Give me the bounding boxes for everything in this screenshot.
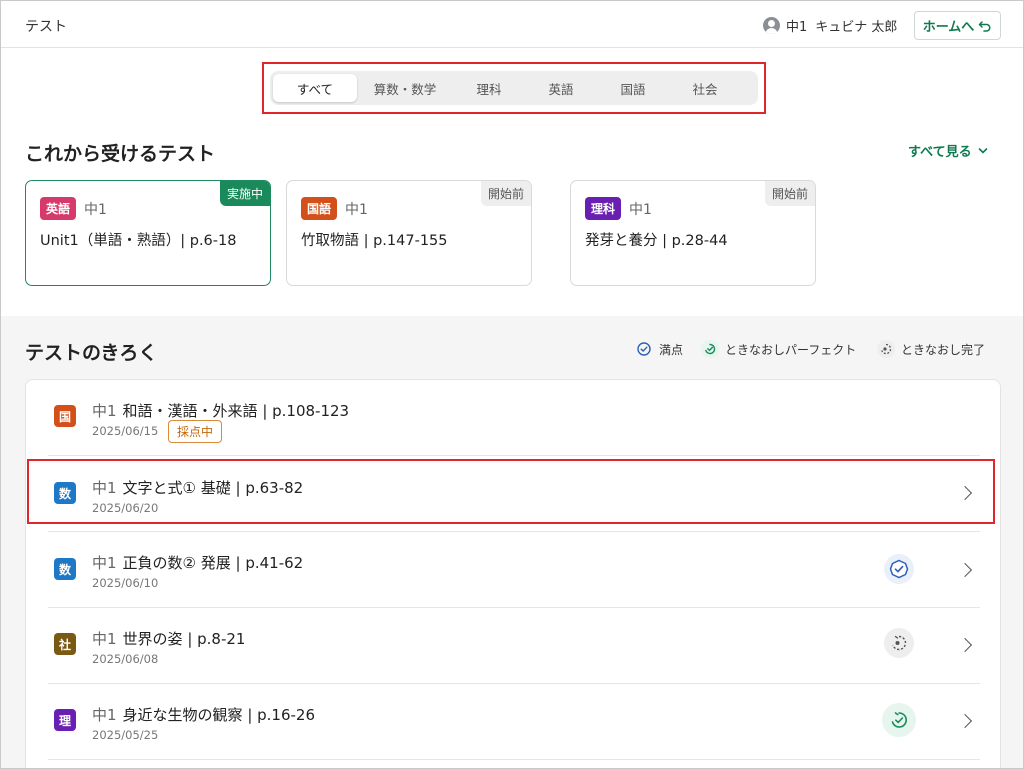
app-header: テスト 中1 キュビナ 太郎 ホームへ [1,1,1023,48]
subject-icon: 理 [54,709,76,731]
upcoming-card-english[interactable]: 実施中 英語 中1 Unit1（単語・熟語）| p.6-18 [25,180,271,286]
chevron-right-icon [957,713,973,729]
row-date: 2025/06/15 [92,424,159,438]
card-title: Unit1（単語・熟語）| p.6-18 [40,233,237,249]
tab-all[interactable]: すべて [273,74,357,102]
legend-retry-perfect: ときなおしパーフェクト [701,340,856,358]
row-title-text: 身近な生物の観察 | p.16-26 [122,706,316,724]
row-title-text: 世界の姿 | p.8-21 [122,630,246,648]
page-title: テスト [25,19,67,35]
subject-tabs: すべて 算数・数学 理科 英語 国語 社会 [270,71,758,105]
row-title: 中1 世界の姿 | p.8-21 [92,628,245,649]
history-title: テストのきろく [25,342,158,364]
history-row-math-2[interactable]: 数 中1 正負の数② 発展 | p.41-62 2025/06/10 [26,532,1002,608]
subject-icon: 国 [54,405,76,427]
chevron-down-icon [978,147,987,154]
user-grade: 中1 [786,20,808,35]
history-row-japanese[interactable]: 国 中1 和語・漢語・外来語 | p.108-123 2025/06/15 採点中 [26,380,1002,456]
row-date: 2025/05/25 [92,728,159,742]
row-date: 2025/06/10 [92,576,159,590]
row-grade: 中1 [92,554,117,572]
card-grade: 中1 [345,201,368,218]
subject-pill: 英語 [40,197,77,220]
card-title: 発芽と養分 | p.28-44 [585,233,728,249]
status-badge: 開始前 [764,181,815,206]
tab-math[interactable]: 算数・数学 [357,74,453,102]
perfect-score-icon [884,554,914,584]
row-title-text: 正負の数② 発展 | p.41-62 [122,554,304,572]
home-button[interactable]: ホームへ [914,11,1001,40]
app-frame: テスト 中1 キュビナ 太郎 ホームへ すべて 算数・数学 理科 英語 国語 社… [0,0,1024,769]
subject-tabs-highlight: すべて 算数・数学 理科 英語 国語 社会 [262,62,766,114]
upcoming-title: これから受けるテスト [25,143,216,165]
user-info: 中1 キュビナ 太郎 [763,16,897,35]
history-list: 国 中1 和語・漢語・外来語 | p.108-123 2025/06/15 採点中… [25,379,1002,768]
perfect-score-icon [635,340,653,358]
tab-social[interactable]: 社会 [669,74,741,102]
see-all-link[interactable]: すべて見る [908,141,988,160]
divider [48,759,980,760]
card-grade: 中1 [629,201,652,218]
row-title: 中1 正負の数② 発展 | p.41-62 [92,552,303,573]
subject-pill: 国語 [301,197,338,220]
upcoming-card-japanese[interactable]: 開始前 国語 中1 竹取物語 | p.147-155 [286,180,532,286]
legend-retry-done: ときなおし完了 [877,340,985,358]
user-avatar-icon [763,17,780,34]
status-badge: 実施中 [219,181,270,206]
chevron-right-icon [957,637,973,653]
legend-perfect-label: 満点 [659,342,684,357]
return-arrow-icon [979,20,991,32]
home-button-label: ホームへ [922,20,975,35]
retry-perfect-icon [882,703,916,737]
subject-icon: 社 [54,633,76,655]
row-date: 2025/06/08 [92,652,159,666]
history-row-social[interactable]: 社 中1 世界の姿 | p.8-21 2025/06/08 [26,608,1002,684]
chevron-right-icon [957,562,973,578]
legend-retry-perfect-label: ときなおしパーフェクト [725,342,857,357]
retry-done-icon [877,340,895,358]
grading-status-badge: 採点中 [168,420,223,443]
row-title: 中1 身近な生物の観察 | p.16-26 [92,704,315,725]
tab-english[interactable]: 英語 [525,74,597,102]
subject-pill: 理科 [585,197,622,220]
legend-retry-done-label: ときなおし完了 [901,342,986,357]
row-title: 中1 和語・漢語・外来語 | p.108-123 [92,400,349,421]
row-grade: 中1 [92,706,117,724]
row-title-text: 和語・漢語・外来語 | p.108-123 [122,402,350,420]
see-all-label: すべて見る [908,145,972,160]
card-title: 竹取物語 | p.147-155 [301,233,448,249]
retry-perfect-icon [701,340,719,358]
legend-perfect: 満点 [635,340,683,358]
upcoming-card-science[interactable]: 開始前 理科 中1 発芽と養分 | p.28-44 [570,180,816,286]
status-badge: 開始前 [480,181,531,206]
card-grade: 中1 [84,201,107,218]
row-grade: 中1 [92,630,117,648]
retry-done-icon [884,628,914,658]
subject-icon: 数 [54,558,76,580]
history-row-science[interactable]: 理 中1 身近な生物の観察 | p.16-26 2025/05/25 [26,684,1002,760]
row-highlight [27,459,995,524]
user-name: キュビナ 太郎 [815,20,898,35]
tab-science[interactable]: 理科 [453,74,525,102]
row-grade: 中1 [92,402,117,420]
tab-japanese[interactable]: 国語 [597,74,669,102]
